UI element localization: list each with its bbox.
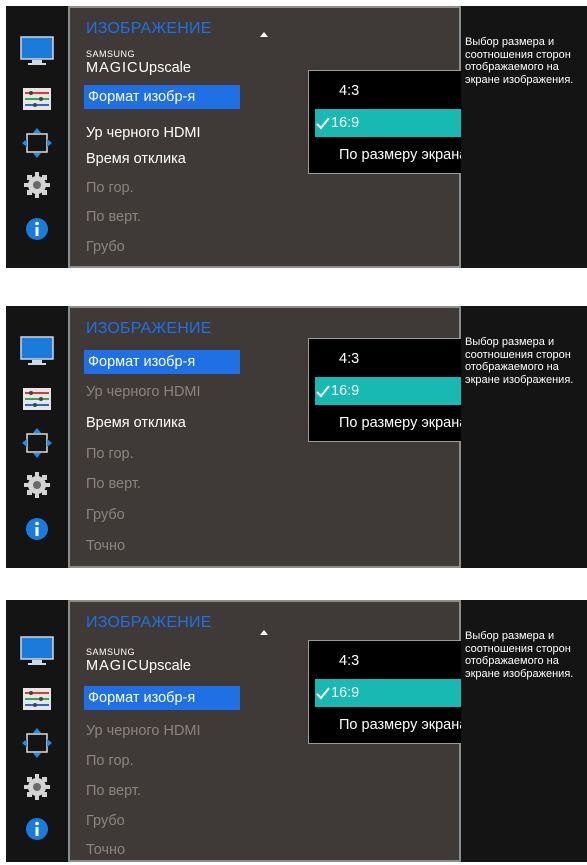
picture-icon[interactable] — [20, 34, 54, 68]
menu-item-response-time[interactable]: Время отклика — [86, 411, 186, 435]
magic-label: Upscale — [138, 60, 191, 76]
help-text: Выбор размера и соотношения сторон отобр… — [465, 36, 574, 86]
menu-panel: ИЗОБРАЖЕНИЕ SAMSUNG MAGICUpscale Формат … — [68, 600, 504, 862]
menu-item-format[interactable]: Формат изобр-я — [84, 85, 240, 109]
menu-item-h-pos: По гор. — [86, 180, 134, 196]
menu-item-fine: Точно — [86, 538, 126, 554]
setup-icon[interactable] — [20, 468, 54, 502]
menu-panel: ИЗОБРАЖЕНИЕ SAMSUNG MAGICUpscale Формат … — [68, 6, 504, 268]
magic-label: Upscale — [138, 658, 191, 674]
osd-screen-2: ИЗОБРАЖЕНИЕ Формат изобр-я Ур черного HD… — [6, 306, 587, 568]
magic-upscale-item[interactable]: SAMSUNG MAGICUpscale — [86, 648, 191, 675]
icon-bar — [6, 6, 68, 268]
help-panel: Выбор размера и соотношения сторон отобр… — [461, 6, 587, 268]
menu-item-format[interactable]: Формат изобр-я — [84, 686, 240, 710]
color-icon[interactable] — [20, 82, 54, 116]
menu-item-black-hdmi: Ур черного HDMI — [86, 384, 201, 400]
help-text: Выбор размера и соотношения сторон отобр… — [465, 630, 574, 680]
menu-item-coarse: Грубо — [86, 239, 125, 255]
info-icon[interactable] — [20, 212, 54, 246]
size-position-icon[interactable] — [20, 726, 54, 760]
option-label: 16:9 — [331, 383, 360, 399]
menu-item-v-pos: По верт. — [86, 476, 141, 492]
option-label: 16:9 — [331, 685, 360, 701]
brand-bottom: MAGIC — [86, 60, 139, 76]
help-panel: Выбор размера и соотношения сторон отобр… — [461, 600, 587, 862]
menu-item-fine: Точно — [86, 842, 126, 858]
osd-screen-1: ИЗОБРАЖЕНИЕ SAMSUNG MAGICUpscale Формат … — [6, 6, 587, 268]
scroll-up-icon — [260, 32, 268, 37]
brand-top: SAMSUNG — [86, 49, 136, 59]
help-panel: Выбор размера и соотношения сторон отобр… — [461, 306, 587, 568]
picture-icon[interactable] — [20, 634, 54, 668]
menu-panel: ИЗОБРАЖЕНИЕ Формат изобр-я Ур черного HD… — [68, 306, 504, 568]
picture-icon[interactable] — [20, 334, 54, 368]
check-icon — [316, 117, 330, 130]
color-icon[interactable] — [20, 382, 54, 416]
check-icon — [316, 385, 330, 398]
size-position-icon[interactable] — [20, 426, 54, 460]
menu-item-v-pos: По верт. — [86, 209, 141, 225]
menu-item-format[interactable]: Формат изобр-я — [84, 350, 240, 374]
osd-screen-3: ИЗОБРАЖЕНИЕ SAMSUNG MAGICUpscale Формат … — [6, 600, 587, 862]
menu-title: ИЗОБРАЖЕНИЕ — [86, 614, 212, 631]
setup-icon[interactable] — [20, 770, 54, 804]
option-label: 16:9 — [331, 115, 360, 131]
brand-bottom: MAGIC — [86, 658, 139, 674]
menu-item-black-hdmi: Ур черного HDMI — [86, 723, 201, 739]
help-text: Выбор размера и соотношения сторон отобр… — [465, 336, 574, 386]
menu-item-h-pos: По гор. — [86, 446, 134, 462]
menu-title: ИЗОБРАЖЕНИЕ — [86, 20, 212, 37]
info-icon[interactable] — [20, 512, 54, 546]
info-icon[interactable] — [20, 812, 54, 846]
menu-title: ИЗОБРАЖЕНИЕ — [86, 320, 212, 337]
size-position-icon[interactable] — [20, 126, 54, 160]
menu-item-response-time[interactable]: Время отклика — [86, 147, 186, 171]
menu-item-coarse: Грубо — [86, 813, 125, 829]
icon-bar — [6, 600, 68, 862]
menu-item-coarse: Грубо — [86, 507, 125, 523]
menu-item-v-pos: По верт. — [86, 783, 141, 799]
brand-top: SAMSUNG — [86, 647, 136, 657]
menu-item-h-pos: По гор. — [86, 753, 134, 769]
check-icon — [316, 687, 330, 700]
menu-item-black-hdmi[interactable]: Ур черного HDMI — [86, 121, 201, 145]
setup-icon[interactable] — [20, 168, 54, 202]
icon-bar — [6, 306, 68, 568]
magic-upscale-item[interactable]: SAMSUNG MAGICUpscale — [86, 50, 191, 77]
color-icon[interactable] — [20, 682, 54, 716]
scroll-up-icon — [260, 630, 268, 635]
